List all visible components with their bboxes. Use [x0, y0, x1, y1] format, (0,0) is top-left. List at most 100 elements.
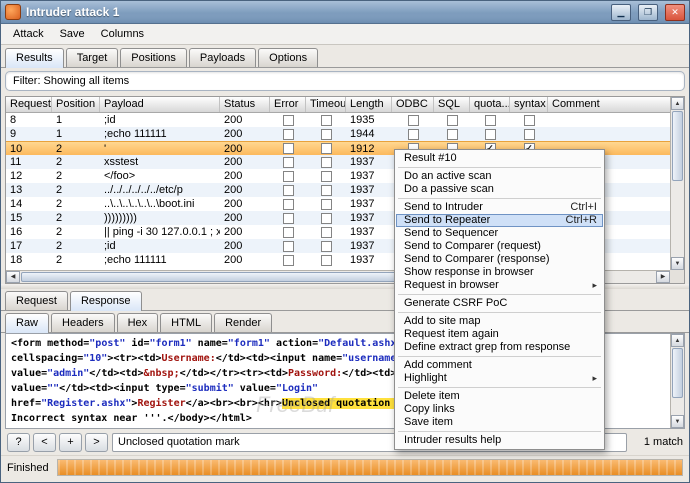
maximize-button[interactable]: ❐ — [638, 4, 658, 21]
timeout-checkbox[interactable] — [321, 213, 332, 224]
error-checkbox[interactable] — [283, 213, 294, 224]
column-header-payload[interactable]: Payload — [100, 97, 220, 112]
tab-options[interactable]: Options — [258, 48, 318, 67]
tab-render[interactable]: Render — [214, 313, 272, 332]
context-menu-item-send-to-comparer-response[interactable]: Send to Comparer (response) — [396, 253, 603, 266]
context-menu-item-add-comment[interactable]: Add comment — [396, 359, 603, 372]
menu-save[interactable]: Save — [52, 26, 93, 42]
context-menu-item-send-to-intruder[interactable]: Send to IntruderCtrl+I — [396, 201, 603, 214]
column-header-sql[interactable]: SQL — [434, 97, 470, 112]
column-header-syntax[interactable]: syntax — [510, 97, 548, 112]
table-vertical-scrollbar[interactable]: ▲ ▼ — [670, 97, 684, 270]
column-header-comment[interactable]: Comment — [548, 97, 670, 112]
context-menu-item-add-to-site-map[interactable]: Add to site map — [396, 315, 603, 328]
tab-target[interactable]: Target — [66, 48, 119, 67]
column-header-status[interactable]: Status — [220, 97, 270, 112]
syntax-checkbox[interactable] — [524, 129, 535, 140]
error-checkbox[interactable] — [283, 143, 294, 154]
scroll-up-button[interactable]: ▲ — [671, 97, 684, 110]
column-header-timeout[interactable]: Timeout — [306, 97, 346, 112]
sql-checkbox[interactable] — [447, 115, 458, 126]
tab-request[interactable]: Request — [5, 291, 68, 310]
result-row-8[interactable]: 81;id2001935 — [6, 113, 670, 127]
error-checkbox[interactable] — [283, 241, 294, 252]
error-checkbox[interactable] — [283, 171, 294, 182]
tab-payloads[interactable]: Payloads — [189, 48, 256, 67]
tab-response[interactable]: Response — [70, 291, 142, 311]
timeout-checkbox[interactable] — [321, 227, 332, 238]
context-menu-item-send-to-repeater[interactable]: Send to RepeaterCtrl+R — [396, 214, 603, 227]
error-checkbox[interactable] — [283, 157, 294, 168]
odbc-checkbox[interactable] — [408, 115, 419, 126]
expand-button[interactable]: + — [59, 433, 82, 452]
scroll-up-button[interactable]: ▲ — [671, 334, 684, 347]
column-header-position[interactable]: Position — [52, 97, 100, 112]
prev-match-button[interactable]: < — [33, 433, 56, 452]
error-checkbox[interactable] — [283, 199, 294, 210]
scroll-track[interactable] — [671, 399, 684, 415]
timeout-checkbox[interactable] — [321, 143, 332, 154]
context-menu-item-delete-item[interactable]: Delete item — [396, 390, 603, 403]
response-vertical-scrollbar[interactable]: ▲ ▼ — [670, 334, 684, 428]
column-header-odbc[interactable]: ODBC — [392, 97, 434, 112]
minimize-button[interactable]: ▁ — [611, 4, 631, 21]
column-header-quota[interactable]: quota... — [470, 97, 510, 112]
tab-headers[interactable]: Headers — [51, 313, 115, 332]
context-menu-item-request-item-again[interactable]: Request item again — [396, 328, 603, 341]
timeout-checkbox[interactable] — [321, 157, 332, 168]
result-row-9[interactable]: 91;echo 1111112001944 — [6, 127, 670, 141]
scroll-track[interactable] — [671, 182, 684, 257]
timeout-checkbox[interactable] — [321, 185, 332, 196]
quota-checkbox[interactable] — [485, 115, 496, 126]
context-menu-item-save-item[interactable]: Save item — [396, 416, 603, 429]
next-match-button[interactable]: > — [85, 433, 108, 452]
context-menu-item-define-extract-grep-from-response[interactable]: Define extract grep from response — [396, 341, 603, 354]
scroll-down-button[interactable]: ▼ — [671, 415, 684, 428]
context-menu-item-send-to-comparer-request[interactable]: Send to Comparer (request) — [396, 240, 603, 253]
context-menu-item-send-to-sequencer[interactable]: Send to Sequencer — [396, 227, 603, 240]
column-header-request[interactable]: Request▲ — [6, 97, 52, 112]
tab-positions[interactable]: Positions — [120, 48, 187, 67]
timeout-checkbox[interactable] — [321, 255, 332, 266]
tab-raw[interactable]: Raw — [5, 313, 49, 333]
column-header-error[interactable]: Error — [270, 97, 306, 112]
odbc-checkbox[interactable] — [408, 129, 419, 140]
context-menu-item-do-a-passive-scan[interactable]: Do a passive scan — [396, 183, 603, 196]
sql-checkbox[interactable] — [447, 129, 458, 140]
column-header-length[interactable]: Length — [346, 97, 392, 112]
quota-checkbox[interactable] — [485, 129, 496, 140]
error-checkbox[interactable] — [283, 185, 294, 196]
menu-attack[interactable]: Attack — [5, 26, 52, 42]
timeout-checkbox[interactable] — [321, 129, 332, 140]
error-checkbox[interactable] — [283, 227, 294, 238]
tab-html[interactable]: HTML — [160, 313, 212, 332]
timeout-checkbox[interactable] — [321, 199, 332, 210]
menu-columns[interactable]: Columns — [93, 26, 152, 42]
context-menu-item-highlight[interactable]: Highlight▸ — [396, 372, 603, 385]
scroll-right-button[interactable]: ▶ — [656, 271, 670, 283]
context-menu-item-generate-csrf-poc[interactable]: Generate CSRF PoC — [396, 297, 603, 310]
scroll-thumb[interactable] — [672, 348, 683, 398]
search-help-button[interactable]: ? — [7, 433, 30, 452]
timeout-checkbox[interactable] — [321, 241, 332, 252]
close-button[interactable]: ✕ — [665, 4, 685, 21]
timeout-checkbox[interactable] — [321, 115, 332, 126]
syntax-checkbox[interactable] — [524, 115, 535, 126]
context-menu-item-request-in-browser[interactable]: Request in browser▸ — [396, 279, 603, 292]
tab-results[interactable]: Results — [5, 48, 64, 68]
context-menu-item-show-response-in-browser[interactable]: Show response in browser — [396, 266, 603, 279]
scroll-thumb[interactable] — [672, 111, 683, 181]
error-checkbox[interactable] — [283, 129, 294, 140]
context-menu-item-do-an-active-scan[interactable]: Do an active scan — [396, 170, 603, 183]
tab-hex[interactable]: Hex — [117, 313, 159, 332]
scroll-down-button[interactable]: ▼ — [671, 257, 684, 270]
titlebar[interactable]: Intruder attack 1 ▁ ❐ ✕ — [1, 1, 689, 24]
error-checkbox[interactable] — [283, 115, 294, 126]
context-menu-item-intruder-results-help[interactable]: Intruder results help — [396, 434, 603, 447]
timeout-checkbox[interactable] — [321, 171, 332, 182]
context-menu-item-result-10[interactable]: Result #10 — [396, 152, 603, 165]
scroll-left-button[interactable]: ◀ — [6, 271, 20, 283]
filter-bar[interactable]: Filter: Showing all items — [5, 71, 685, 91]
error-checkbox[interactable] — [283, 255, 294, 266]
context-menu-item-copy-links[interactable]: Copy links — [396, 403, 603, 416]
